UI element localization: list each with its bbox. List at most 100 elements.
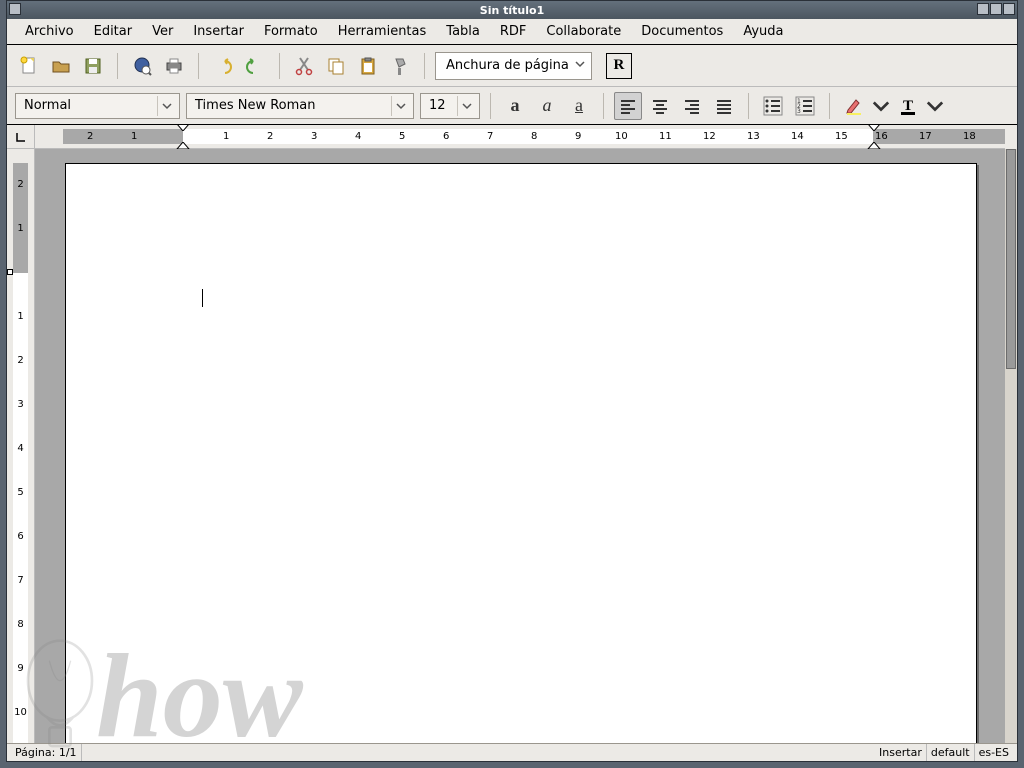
ruler-tick: 4 (355, 129, 361, 144)
cut-button[interactable] (290, 52, 318, 80)
ruler-tick: 7 (13, 575, 28, 586)
font-color-dropdown-button[interactable] (926, 92, 944, 120)
undo-button[interactable] (209, 52, 237, 80)
open-button[interactable] (47, 52, 75, 80)
ruler-tab-corner[interactable] (7, 125, 35, 149)
ruler-tick: 9 (13, 663, 28, 674)
menu-ver[interactable]: Ver (142, 21, 183, 42)
underline-button[interactable]: a (565, 92, 593, 120)
ruler-tick: 9 (575, 129, 581, 144)
ruler-tick: 1 (13, 223, 28, 234)
ruler-tick: 6 (13, 531, 28, 542)
menu-insertar[interactable]: Insertar (183, 21, 254, 42)
document-page[interactable] (65, 163, 977, 743)
text-cursor (202, 289, 203, 307)
menu-archivo[interactable]: Archivo (15, 21, 84, 42)
revision-button[interactable]: R (606, 53, 632, 79)
ruler-tick: 5 (13, 487, 28, 498)
ruler-tick: 12 (703, 129, 716, 144)
left-indent-marker-bottom[interactable] (176, 142, 190, 149)
ruler-tick: 1 (131, 129, 137, 144)
web-preview-button[interactable] (128, 52, 156, 80)
ruler-tick: 10 (615, 129, 628, 144)
vertical-ruler[interactable]: 2 1 1 2 3 4 5 6 7 8 9 10 (7, 149, 35, 743)
align-center-button[interactable] (646, 92, 674, 120)
align-right-button[interactable] (678, 92, 706, 120)
save-button[interactable] (79, 52, 107, 80)
svg-text:T: T (903, 98, 913, 114)
print-button[interactable] (160, 52, 188, 80)
left-indent-marker-top[interactable] (176, 125, 190, 131)
status-mode: Insertar (875, 744, 927, 761)
menubar: Archivo Editar Ver Insertar Formato Herr… (7, 19, 1017, 45)
new-doc-button[interactable] (15, 52, 43, 80)
menu-collaborate[interactable]: Collaborate (536, 21, 631, 42)
page-viewport[interactable] (35, 149, 1005, 743)
ruler-tick: 17 (919, 129, 932, 144)
vertical-scrollbar[interactable] (1005, 149, 1017, 743)
menu-documentos[interactable]: Documentos (631, 21, 733, 42)
bold-button[interactable]: a (501, 92, 529, 120)
italic-button[interactable]: a (533, 92, 561, 120)
chevron-down-icon (157, 96, 175, 116)
highlight-color-button[interactable] (840, 92, 868, 120)
font-color-button[interactable]: T (894, 92, 922, 120)
page-break-marker (7, 269, 13, 275)
paragraph-style-value: Normal (24, 98, 71, 113)
svg-text:3: 3 (797, 108, 801, 115)
app-window: Sin título1 Archivo Editar Ver Insertar … (6, 0, 1018, 762)
ruler-tick: 7 (487, 129, 493, 144)
ruler-tick: 6 (443, 129, 449, 144)
ruler-tick: 14 (791, 129, 804, 144)
menu-formato[interactable]: Formato (254, 21, 328, 42)
horizontal-ruler[interactable]: 2 1 1 2 3 4 5 6 7 8 9 10 11 12 13 14 15 … (35, 125, 1005, 149)
zoom-label: Anchura de página (446, 58, 569, 73)
right-indent-marker-top[interactable] (867, 125, 881, 131)
paragraph-style-select[interactable]: Normal (15, 93, 180, 119)
list-unordered-button[interactable] (759, 92, 787, 120)
zoom-select[interactable]: Anchura de página (435, 52, 592, 80)
ruler-tick: 18 (963, 129, 976, 144)
scrollbar-thumb[interactable] (1006, 149, 1016, 369)
close-button[interactable] (1003, 3, 1015, 15)
ruler-tick: 3 (13, 399, 28, 410)
ruler-tick: 15 (835, 129, 848, 144)
align-justify-button[interactable] (710, 92, 738, 120)
menu-rdf[interactable]: RDF (490, 21, 537, 42)
ruler-tick: 2 (87, 129, 93, 144)
ruler-tick: 1 (223, 129, 229, 144)
status-lang: es-ES (975, 744, 1013, 761)
status-section: default (927, 744, 975, 761)
format-painter-button[interactable] (386, 52, 414, 80)
toolbar-formatting: Normal Times New Roman 12 a a a 123 T (7, 87, 1017, 125)
list-ordered-button[interactable]: 123 (791, 92, 819, 120)
redo-button[interactable] (241, 52, 269, 80)
menu-ayuda[interactable]: Ayuda (733, 21, 793, 42)
maximize-button[interactable] (990, 3, 1002, 15)
titlebar[interactable]: Sin título1 (7, 1, 1017, 19)
right-indent-marker-bottom[interactable] (867, 142, 881, 149)
ruler-tick: 2 (267, 129, 273, 144)
ruler-tick: 2 (13, 179, 28, 190)
window-title: Sin título1 (480, 4, 544, 17)
ruler-tick: 1 (13, 311, 28, 322)
chevron-down-icon (457, 96, 475, 116)
paste-button[interactable] (354, 52, 382, 80)
window-menu-button[interactable] (9, 3, 21, 15)
highlight-dropdown-button[interactable] (872, 92, 890, 120)
font-size-value: 12 (429, 98, 446, 113)
font-family-select[interactable]: Times New Roman (186, 93, 414, 119)
status-page: Página: 1/1 (11, 744, 82, 761)
copy-button[interactable] (322, 52, 350, 80)
font-size-select[interactable]: 12 (420, 93, 480, 119)
menu-tabla[interactable]: Tabla (436, 21, 490, 42)
menu-herramientas[interactable]: Herramientas (328, 21, 437, 42)
statusbar: Página: 1/1 Insertar default es-ES (7, 743, 1017, 761)
ruler-tick: 5 (399, 129, 405, 144)
minimize-button[interactable] (977, 3, 989, 15)
ruler-tick: 4 (13, 443, 28, 454)
align-left-button[interactable] (614, 92, 642, 120)
ruler-tick: 13 (747, 129, 760, 144)
menu-editar[interactable]: Editar (84, 21, 143, 42)
ruler-tick: 8 (13, 619, 28, 630)
